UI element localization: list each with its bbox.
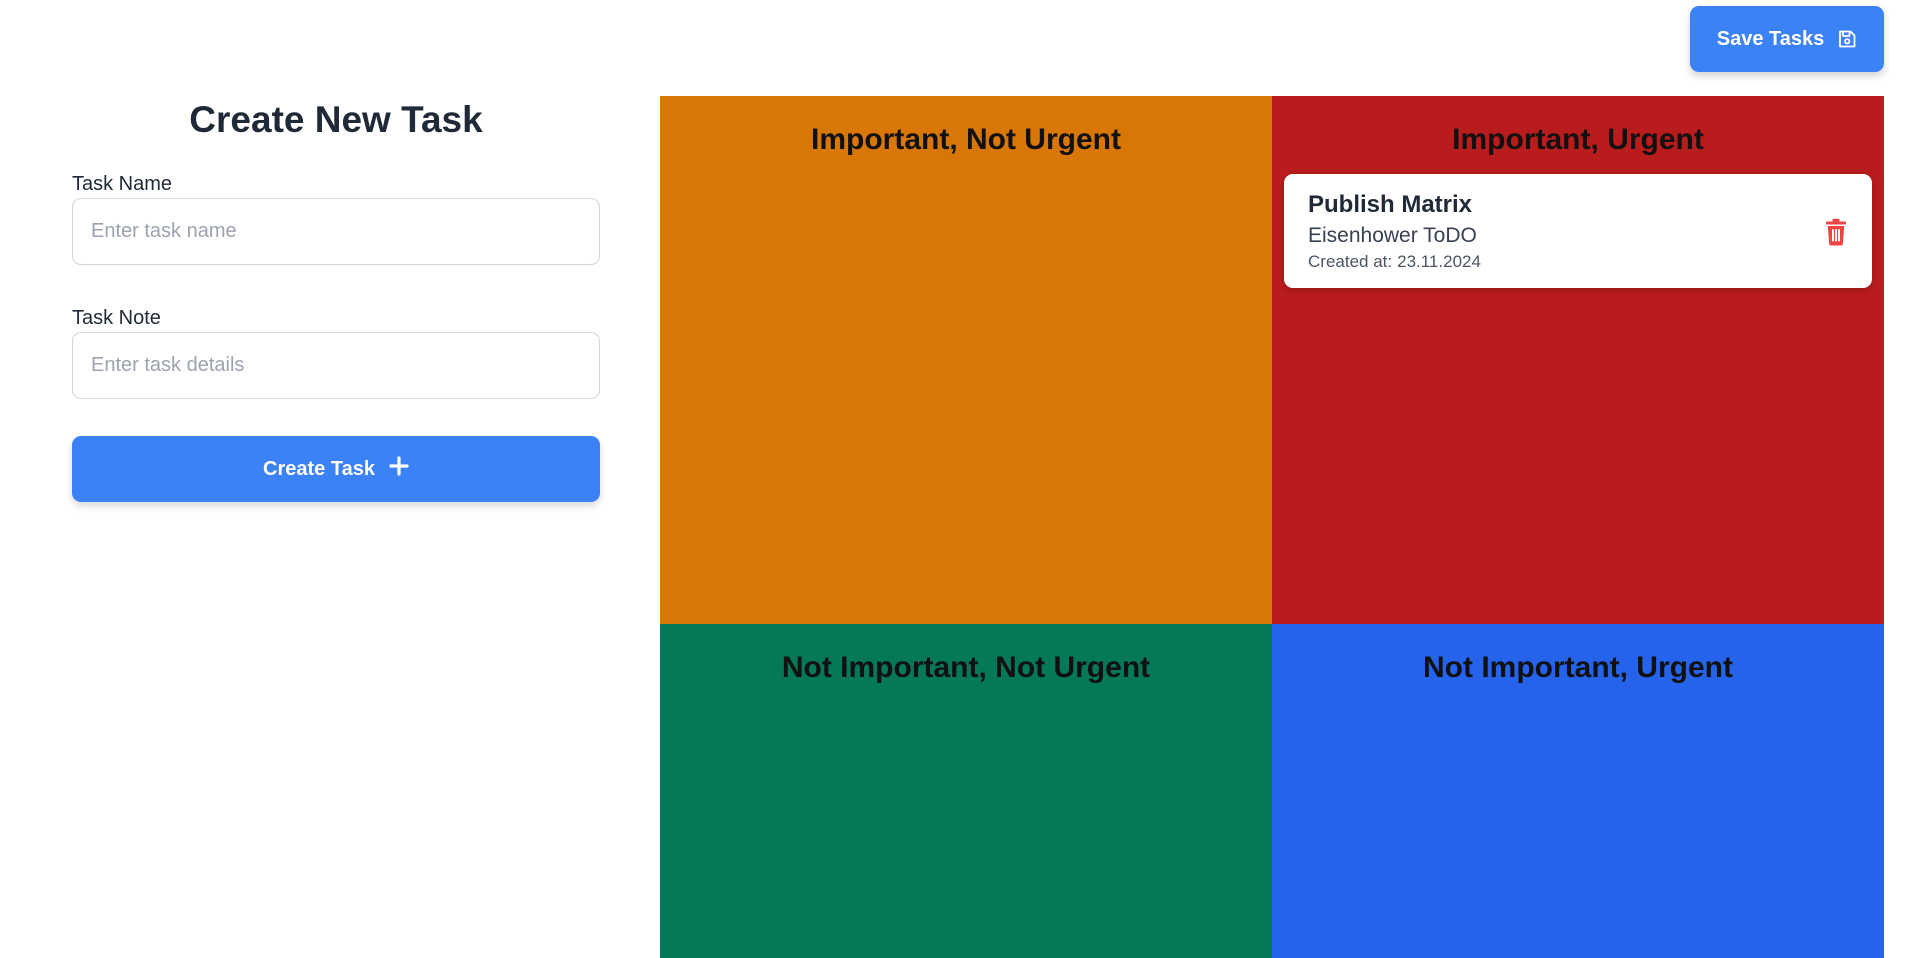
task-note-input[interactable] — [72, 332, 600, 399]
trash-icon — [1824, 218, 1848, 249]
eisenhower-matrix: Important, Not Urgent Important, Urgent … — [660, 96, 1884, 958]
quadrant-not-important-not-urgent[interactable]: Not Important, Not Urgent — [660, 624, 1272, 958]
task-created-at: Created at: 23.11.2024 — [1308, 251, 1848, 273]
quadrant-title: Important, Urgent — [1452, 123, 1704, 156]
quadrant-title: Important, Not Urgent — [811, 123, 1121, 156]
task-name: Publish Matrix — [1308, 191, 1473, 218]
created-at-prefix: Created at: — [1308, 252, 1393, 271]
created-at-value: 23.11.2024 — [1397, 252, 1481, 271]
floppy-disk-icon — [1837, 29, 1857, 49]
save-tasks-label: Save Tasks — [1716, 27, 1825, 50]
task-note-label: Task Note — [72, 307, 161, 329]
quadrant-title: Not Important, Urgent — [1423, 651, 1733, 684]
quadrant-important-urgent[interactable]: Important, Urgent Publish Matrix Eisenho… — [1272, 96, 1884, 624]
create-task-label: Create Task — [263, 457, 375, 480]
form-title: Create New Task — [189, 99, 483, 140]
task-note: Eisenhower ToDO — [1308, 224, 1477, 247]
quadrant-important-not-urgent[interactable]: Important, Not Urgent — [660, 96, 1272, 624]
create-task-button[interactable]: Create Task — [72, 436, 600, 502]
task-name-label: Task Name — [72, 173, 173, 195]
task-card[interactable]: Publish Matrix Eisenhower ToDO Created a… — [1284, 174, 1872, 288]
delete-task-button[interactable] — [1824, 218, 1848, 246]
save-tasks-button[interactable]: Save Tasks — [1690, 6, 1884, 72]
task-name-input[interactable] — [72, 198, 600, 265]
quadrant-not-important-urgent[interactable]: Not Important, Urgent — [1272, 624, 1884, 958]
quadrant-title: Not Important, Not Urgent — [781, 651, 1151, 684]
plus-icon — [389, 456, 409, 482]
create-task-form: Create New Task Task Name Task Note Crea… — [72, 96, 600, 502]
